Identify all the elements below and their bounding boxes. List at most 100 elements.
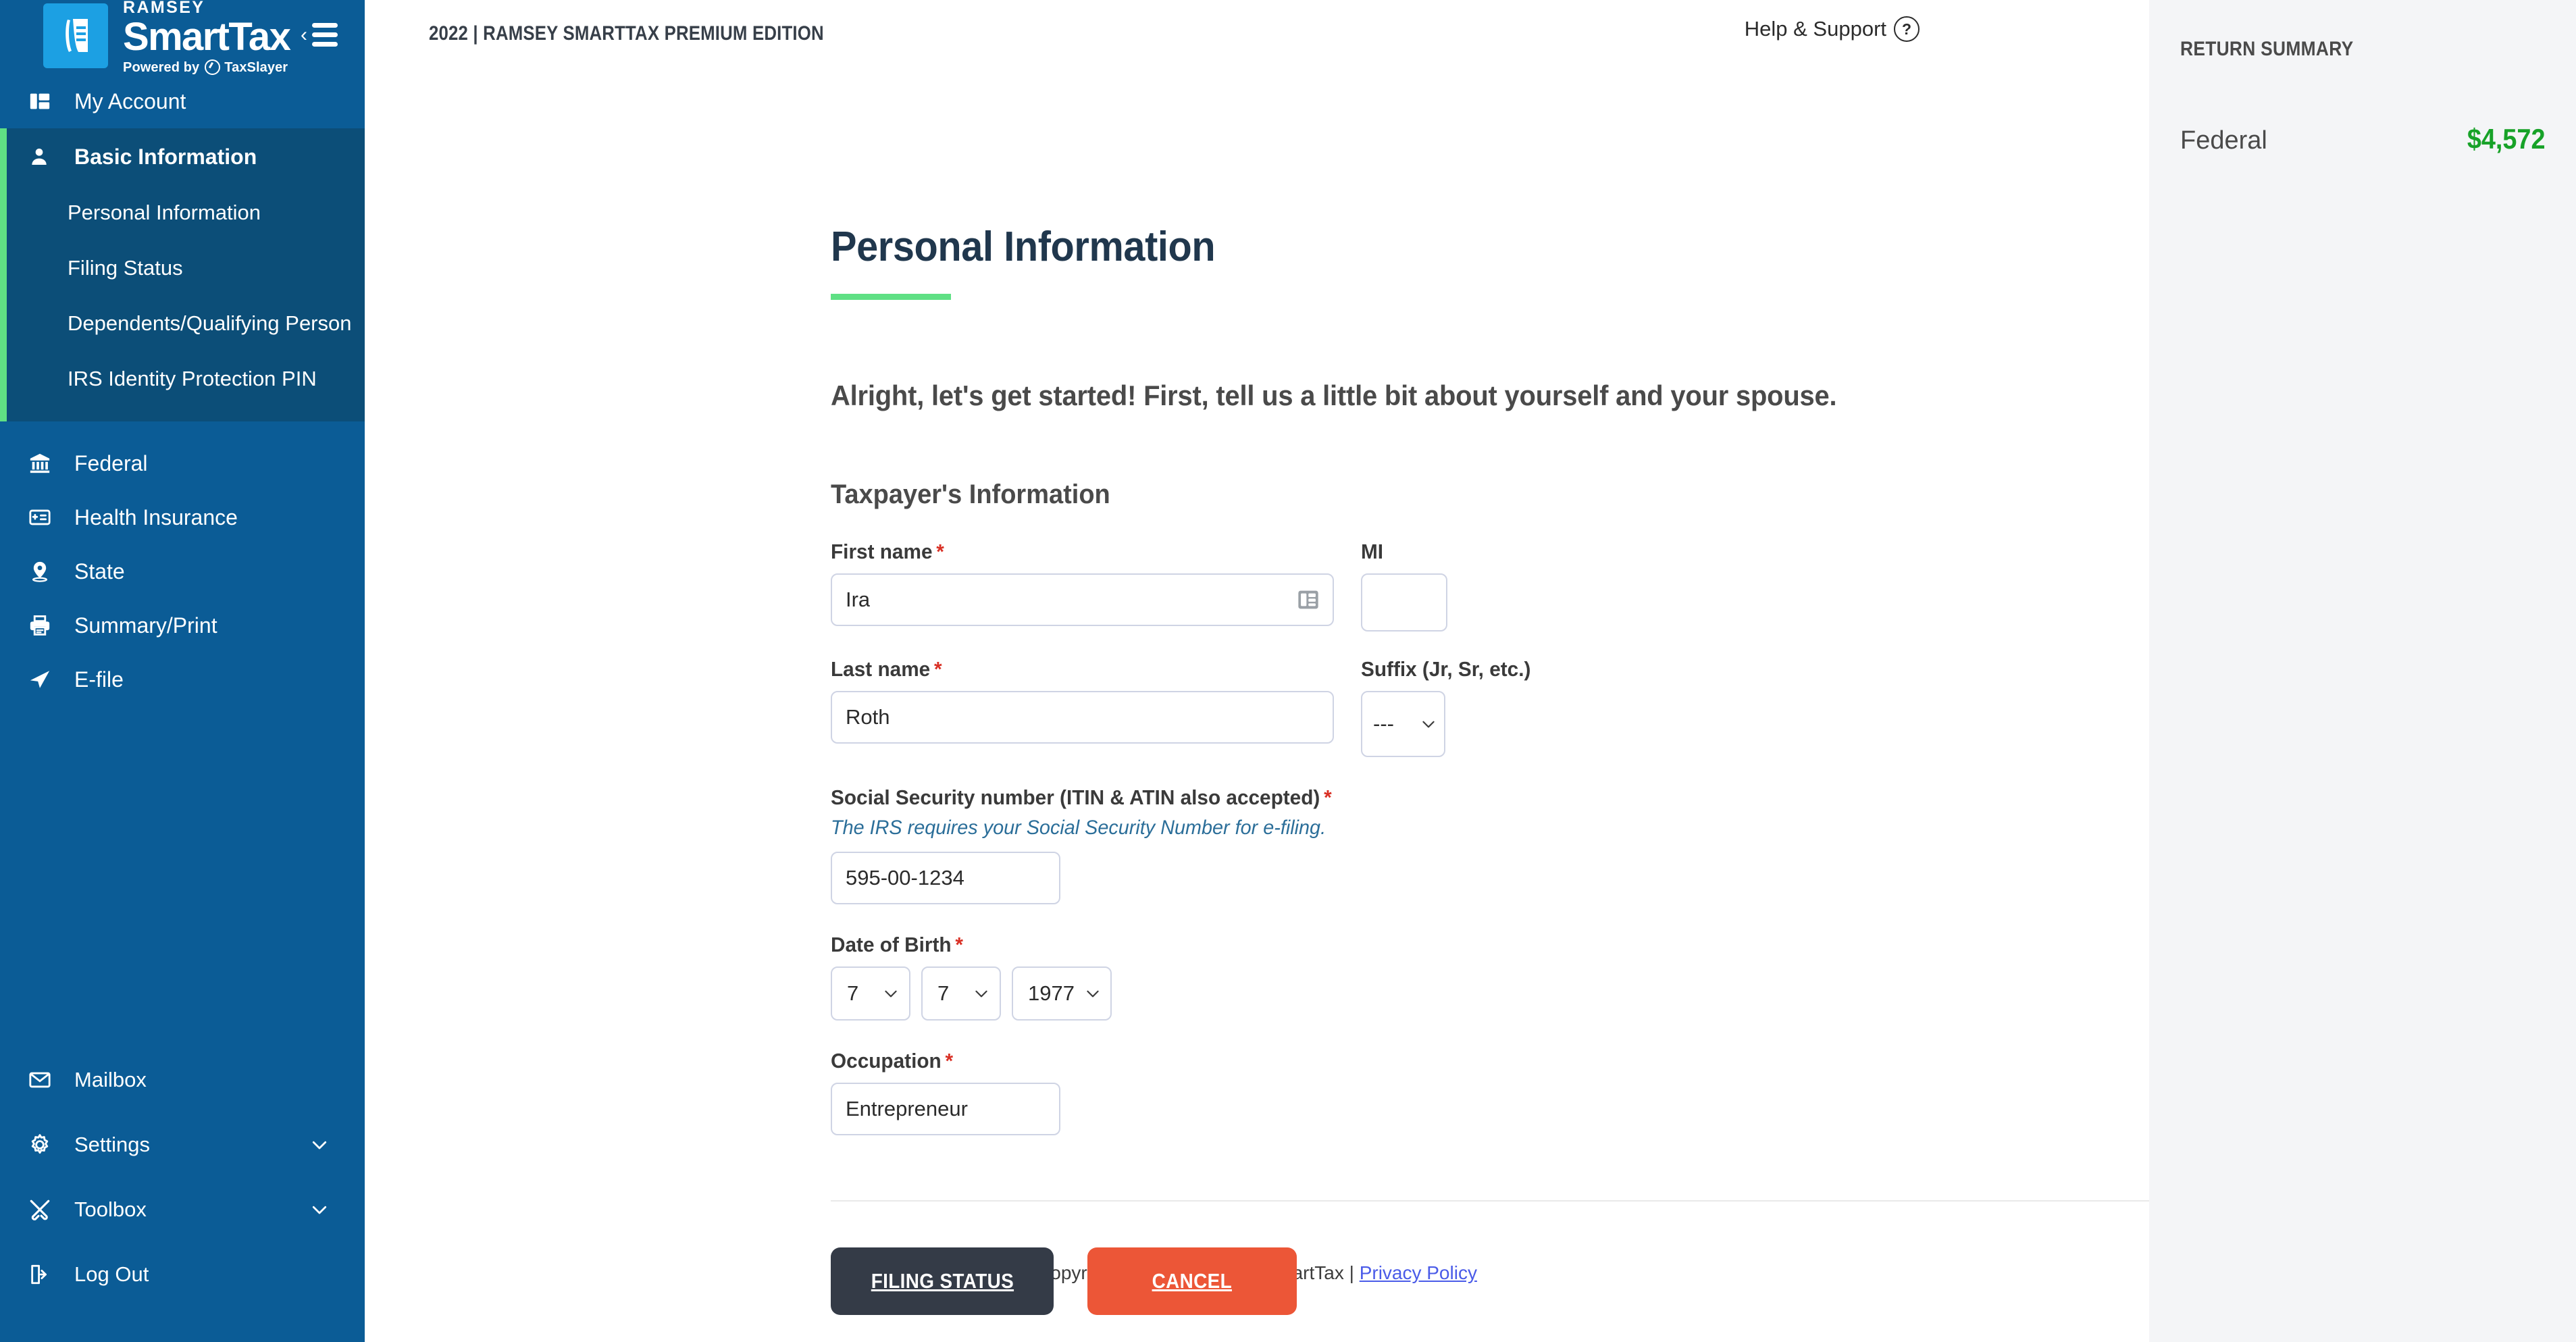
sidebar-bottom-nav: Mailbox Settings Toolbox Log Out <box>0 1048 365 1342</box>
required-marker: * <box>936 540 944 563</box>
dob-month-value: 7 <box>847 981 859 1005</box>
tools-icon <box>28 1198 65 1221</box>
brand-line2: SmartTax <box>123 14 291 59</box>
filing-status-button[interactable]: FILING STATUS <box>831 1247 1054 1315</box>
chevron-left-icon: ‹ <box>301 23 307 46</box>
filing-status-label: FILING STATUS <box>871 1269 1014 1293</box>
required-marker: * <box>933 657 942 681</box>
sidebar-collapse-button[interactable]: ‹ <box>301 23 338 47</box>
sidebar-item-label: Summary/Print <box>74 613 217 638</box>
sidebar-item-basic-information[interactable]: Basic Information <box>0 128 365 185</box>
sidebar-item-settings[interactable]: Settings <box>0 1112 365 1177</box>
cancel-label: CANCEL <box>1152 1269 1233 1293</box>
logout-door-icon <box>28 1263 65 1286</box>
envelope-icon <box>28 1068 65 1091</box>
page-title: Personal Information <box>831 224 1216 270</box>
cancel-button[interactable]: CANCEL <box>1087 1247 1297 1315</box>
sidebar-item-label: Health Insurance <box>74 505 238 530</box>
sidebar: RAMSEY SmartTax Powered by TaxSlayer ‹ M… <box>0 0 365 1342</box>
sidebar-subitem-dependents[interactable]: Dependents/Qualifying Person <box>0 296 365 351</box>
sidebar-item-mailbox[interactable]: Mailbox <box>0 1048 365 1112</box>
edition-title: 2022 | RAMSEY SMARTTAX PREMIUM EDITION <box>429 22 824 45</box>
content-area: Personal Information Alright, let's get … <box>365 68 2411 1315</box>
health-card-icon <box>28 506 65 529</box>
sidebar-subitem-irs-identity-pin[interactable]: IRS Identity Protection PIN <box>0 351 365 407</box>
mi-label: MI <box>1361 540 1384 563</box>
sidebar-item-state[interactable]: State <box>0 544 365 598</box>
sidebar-item-summary-print[interactable]: Summary/Print <box>0 598 365 652</box>
sidebar-subitem-filing-status[interactable]: Filing Status <box>0 240 365 296</box>
contact-card-icon[interactable] <box>1297 590 1319 610</box>
page-lede: Alright, let's get started! First, tell … <box>831 380 1837 411</box>
sidebar-item-toolbox[interactable]: Toolbox <box>0 1177 365 1242</box>
chevron-down-icon <box>1420 715 1437 733</box>
required-marker: * <box>945 1049 954 1073</box>
chevron-down-icon[interactable] <box>309 1199 330 1220</box>
sidebar-item-health-insurance[interactable]: Health Insurance <box>0 490 365 544</box>
last-name-label: Last name * <box>831 657 1324 681</box>
sidebar-item-label: Federal <box>74 450 148 475</box>
bank-icon <box>28 452 65 475</box>
help-and-support-button[interactable]: Help & Support ? <box>1745 16 1920 42</box>
sidebar-item-label: State <box>74 559 125 584</box>
map-pin-icon <box>28 560 65 583</box>
dob-day-value: 7 <box>937 981 950 1005</box>
hamburger-icon <box>312 23 338 47</box>
occupation-label-text: Occupation <box>831 1049 942 1073</box>
suffix-select[interactable]: --- <box>1361 691 1445 757</box>
sidebar-item-label: Toolbox <box>74 1197 147 1221</box>
powered-by-label: Powered by <box>123 59 200 75</box>
main-content: 2022 | RAMSEY SMARTTAX PREMIUM EDITION H… <box>365 0 2411 1342</box>
dob-month-select[interactable]: 7 <box>831 966 910 1021</box>
occupation-value: Entrepreneur <box>846 1097 968 1120</box>
last-name-label-text: Last name <box>831 657 931 681</box>
sidebar-item-my-account[interactable]: My Account <box>0 74 365 128</box>
sidebar-subitem-personal-information[interactable]: Personal Information <box>0 185 365 240</box>
return-summary-title: RETURN SUMMARY <box>2180 38 2354 60</box>
sidebar-item-federal[interactable]: Federal <box>0 436 365 490</box>
title-underline-rule <box>831 294 951 300</box>
first-name-label: First name * <box>831 540 1324 564</box>
sidebar-item-label: E-file <box>74 667 124 692</box>
brand-powered-by: Powered by TaxSlayer <box>123 59 290 76</box>
sidebar-item-label: Log Out <box>74 1262 149 1286</box>
section-title-taxpayer-information: Taxpayer's Information <box>831 480 1110 509</box>
sidebar-item-label: My Account <box>74 88 186 113</box>
suffix-value: --- <box>1373 712 1394 735</box>
sidebar-group-basic-information: Basic Information Personal Information F… <box>0 128 365 421</box>
dob-day-select[interactable]: 7 <box>921 966 1001 1021</box>
dob-year-select[interactable]: 1977 <box>1012 966 1112 1021</box>
last-name-value: Roth <box>846 705 890 729</box>
first-name-input[interactable]: Ira <box>831 573 1334 626</box>
sidebar-item-label: Mailbox <box>74 1068 147 1091</box>
ssn-input[interactable]: 595-00-1234 <box>831 852 1060 904</box>
chevron-down-icon[interactable] <box>309 1135 330 1155</box>
required-marker: * <box>955 933 963 956</box>
chevron-down-icon <box>882 985 900 1002</box>
dob-year-value: 1977 <box>1028 981 1075 1005</box>
question-circle-icon: ? <box>1894 16 1920 42</box>
dob-label: Date of Birth * <box>831 933 2348 957</box>
account-panel-icon <box>28 90 65 113</box>
sidebar-item-log-out[interactable]: Log Out <box>0 1242 365 1307</box>
required-marker: * <box>1324 785 1332 809</box>
brand-line1: RAMSEY <box>123 0 205 17</box>
sidebar-item-efile[interactable]: E-file <box>0 652 365 706</box>
last-name-input[interactable]: Roth <box>831 691 1334 744</box>
occupation-label: Occupation * <box>831 1049 2348 1073</box>
brand-text: RAMSEY SmartTax Powered by TaxSlayer <box>123 0 291 76</box>
return-summary-panel: RETURN SUMMARY Federal $4,572 <box>2149 0 2576 1342</box>
field-first-name: First name * Ira <box>831 540 1344 626</box>
ssn-label: Social Security number (ITIN & ATIN also… <box>831 785 2348 810</box>
taxslayer-mark-icon <box>205 59 221 76</box>
help-label: Help & Support <box>1744 17 1886 41</box>
mi-input[interactable] <box>1361 573 1447 631</box>
ramsey-logo-icon <box>43 3 108 68</box>
sidebar-nav: My Account Basic Information Personal In… <box>0 74 365 1342</box>
occupation-input[interactable]: Entrepreneur <box>831 1083 1060 1135</box>
chevron-down-icon <box>973 985 990 1002</box>
person-icon <box>28 146 65 167</box>
field-last-name: Last name * Roth <box>831 657 1344 744</box>
ssn-hint: The IRS requires your Social Security Nu… <box>831 817 1326 839</box>
